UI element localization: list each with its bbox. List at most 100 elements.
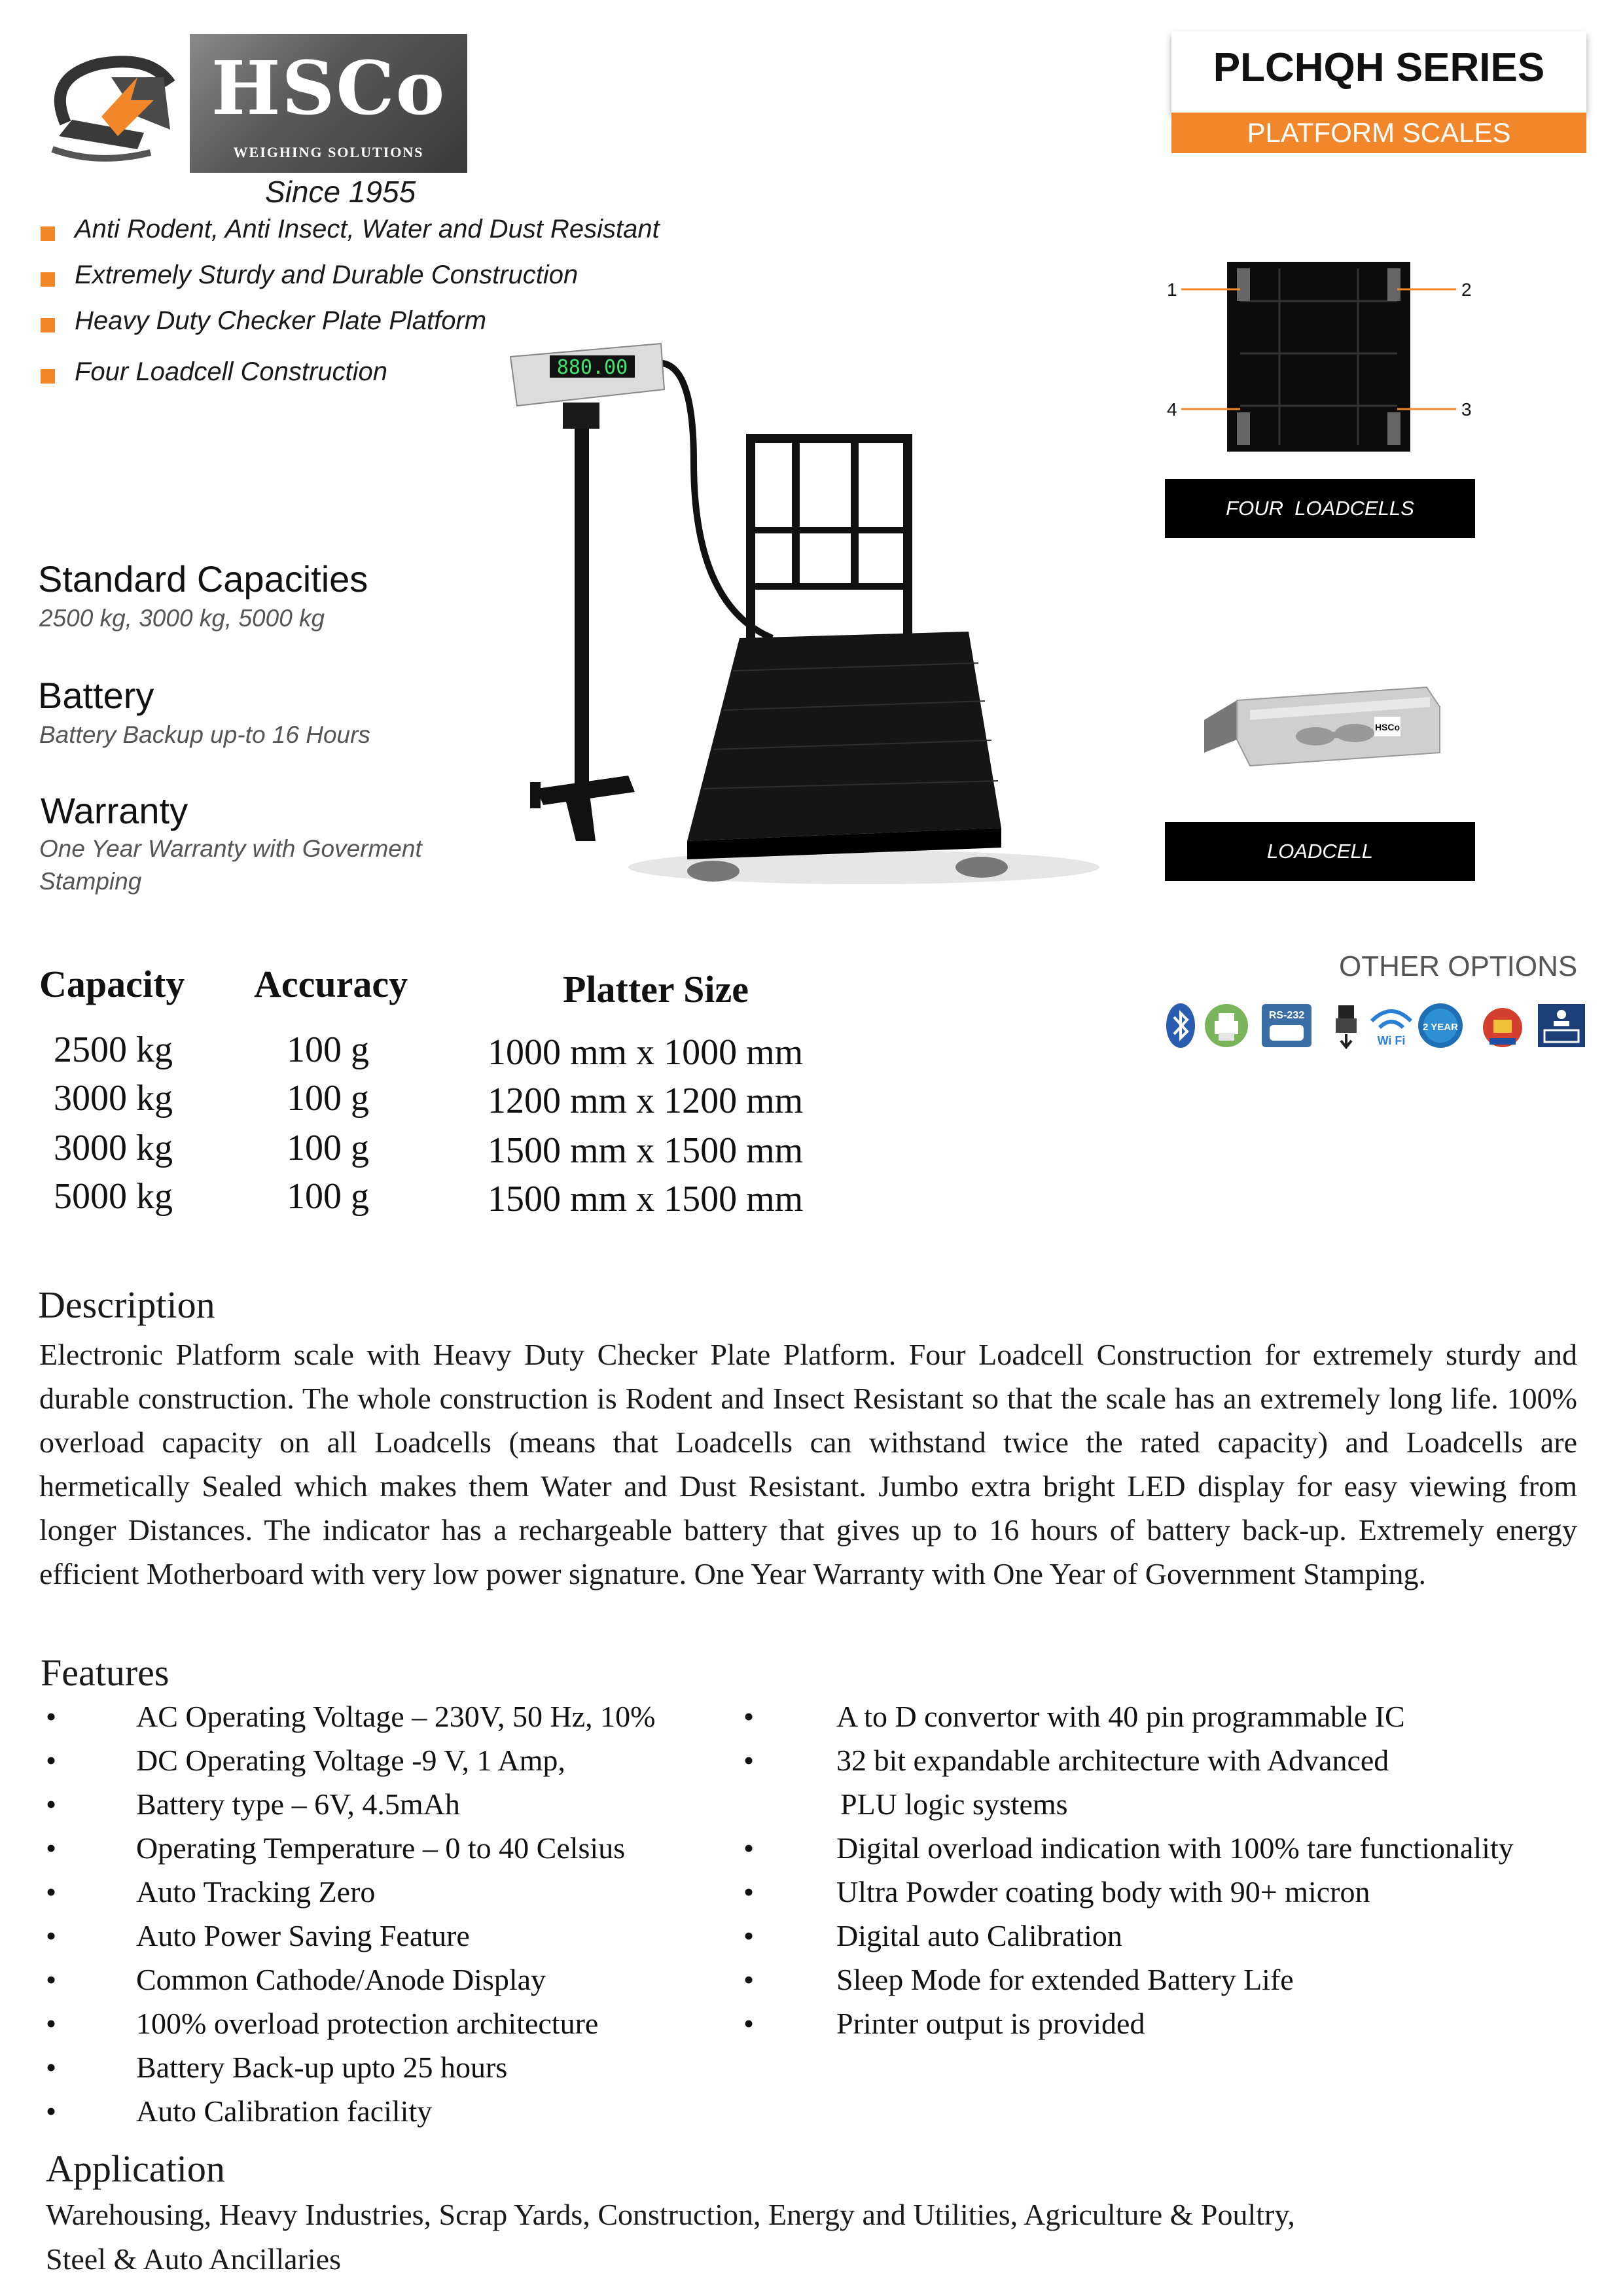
- series-title-box: PLCHQH SERIES: [1171, 31, 1586, 113]
- feature-item: PLU logic systems: [840, 1787, 1068, 1821]
- capacities-value: 2500 kg, 3000 kg, 5000 kg: [39, 605, 325, 632]
- four-loadcells-label: FOUR LOADCELLS: [1165, 479, 1475, 538]
- rs232-text: RS-232: [1269, 1010, 1304, 1021]
- other-options-title: OTHER OPTIONS: [1339, 950, 1578, 982]
- table-cell: 2500 kg: [54, 1030, 173, 1070]
- square-bullet-icon: [41, 226, 55, 241]
- bullet-dot-icon: •: [46, 1700, 57, 1733]
- loadcell-marker-3: 3: [1461, 399, 1472, 420]
- battery-value: Battery Backup up-to 16 Hours: [39, 721, 370, 748]
- application-line-2: Steel & Auto Ancillaries: [46, 2242, 341, 2276]
- bullet-dot-icon: •: [743, 1919, 755, 1952]
- platform-scale-image: 880.00: [509, 342, 1099, 884]
- bullet-dot-icon: •: [46, 2007, 57, 2040]
- feature-item: Digital overload indication with 100% ta…: [836, 1831, 1514, 1865]
- table-cell: 3000 kg: [54, 1078, 173, 1119]
- table-header-accuracy: Accuracy: [254, 963, 408, 1005]
- table-cell: 3000 kg: [54, 1128, 173, 1168]
- series-subtitle: PLATFORM SCALES: [1171, 113, 1586, 153]
- warranty-badge-icon: 2 YEAR: [1418, 1003, 1463, 1048]
- feature-item: Printer output is provided: [836, 2007, 1145, 2040]
- application-title: Application: [46, 2147, 225, 2190]
- table-cell: 100 g: [287, 1030, 369, 1070]
- table-cell: 1200 mm x 1200 mm: [488, 1081, 804, 1121]
- feature-item: Auto Power Saving Feature: [136, 1919, 470, 1952]
- battery-title: Battery: [38, 675, 154, 716]
- feature-item: 100% overload protection architecture: [136, 2007, 599, 2040]
- bullet-dot-icon: •: [743, 1744, 755, 1777]
- feature-item: Battery Back-up upto 25 hours: [136, 2051, 508, 2084]
- wifi-icon: Wi Fi: [1370, 1009, 1413, 1047]
- bullet-text: Extremely Sturdy and Durable Constructio…: [75, 260, 579, 289]
- bullet-dot-icon: •: [46, 1875, 57, 1909]
- bullet-dot-icon: •: [743, 1831, 755, 1865]
- table-cell: 1000 mm x 1000 mm: [488, 1032, 804, 1073]
- bullet-dot-icon: •: [46, 1963, 57, 1996]
- table-header-capacity: Capacity: [39, 963, 185, 1005]
- feature-item: 32 bit expandable architecture with Adva…: [836, 1744, 1389, 1777]
- company-logo: HSCo WEIGHING SOLUTIONS: [39, 34, 467, 173]
- bullet-dot-icon: •: [743, 1700, 755, 1733]
- series-title: PLCHQH SERIES: [1213, 45, 1545, 90]
- bullet-dot-icon: •: [46, 1919, 57, 1952]
- logo-mark-icon: [51, 56, 175, 162]
- description-text: Electronic Platform scale with Heavy Dut…: [39, 1338, 1577, 1590]
- logo-name: HSCo: [211, 46, 446, 132]
- table-cell: 100 g: [287, 1128, 369, 1168]
- warranty-title: Warranty: [41, 790, 188, 831]
- feature-item: AC Operating Voltage – 230V, 50 Hz, 10%: [136, 1700, 656, 1733]
- logo-tagline: WEIGHING SOLUTIONS: [233, 144, 424, 160]
- feature-item: Digital auto Calibration: [836, 1919, 1122, 1952]
- feature-item: A to D convertor with 40 pin programmabl…: [836, 1700, 1405, 1733]
- four-loadcell-platform-image: 1 2 3 4: [1167, 262, 1472, 452]
- since-text: Since 1955: [265, 175, 416, 209]
- application-line-1: Warehousing, Heavy Industries, Scrap Yar…: [46, 2198, 1295, 2231]
- warranty-value-line1: One Year Warranty with Goverment: [39, 835, 422, 862]
- loadcell-label: LOADCELL: [1165, 822, 1475, 881]
- capacities-title: Standard Capacities: [38, 558, 368, 600]
- bullet-text: Heavy Duty Checker Plate Platform: [75, 306, 487, 335]
- loadcell-marker-4: 4: [1167, 399, 1177, 420]
- table-cell: 5000 kg: [54, 1176, 173, 1217]
- bullet-dot-icon: •: [743, 2007, 755, 2040]
- feature-item: Sleep Mode for extended Battery Life: [836, 1963, 1294, 1996]
- square-bullet-icon: [41, 272, 55, 287]
- loadcell-marker-2: 2: [1461, 279, 1472, 300]
- printer-icon: [1205, 1004, 1248, 1047]
- bullet-dot-icon: •: [743, 1963, 755, 1996]
- square-bullet-icon: [41, 369, 55, 384]
- table-cell: 100 g: [287, 1078, 369, 1119]
- loadcell-marker-1: 1: [1167, 279, 1177, 300]
- government-seal-icon: [1483, 1008, 1522, 1047]
- feature-item: DC Operating Voltage -9 V, 1 Amp,: [136, 1744, 565, 1777]
- loadcell-brand: HSCo: [1375, 722, 1400, 732]
- bullet-dot-icon: •: [743, 1875, 755, 1909]
- bullet-dot-icon: •: [46, 1831, 57, 1865]
- bullet-dot-icon: •: [46, 1787, 57, 1821]
- bullet-dot-icon: •: [46, 2051, 57, 2084]
- wifi-text: Wi Fi: [1378, 1034, 1406, 1047]
- indicator-display: 880.00: [557, 356, 628, 379]
- usb-icon: [1336, 1005, 1357, 1050]
- warranty-badge-text: 2 YEAR: [1423, 1022, 1458, 1033]
- warranty-value-line2: Stamping: [39, 868, 142, 895]
- bullet-text: Four Loadcell Construction: [75, 357, 388, 386]
- table-header-platter-size: Platter Size: [563, 968, 749, 1011]
- feature-item: Ultra Powder coating body with 90+ micro…: [836, 1875, 1370, 1909]
- table-cell: 1500 mm x 1500 mm: [488, 1179, 804, 1219]
- loadcell-image: HSCo: [1204, 686, 1440, 767]
- bullet-dot-icon: •: [46, 2094, 57, 2128]
- scale-display-icon: [1538, 1004, 1585, 1047]
- square-bullet-icon: [41, 318, 55, 332]
- table-cell: 100 g: [287, 1176, 369, 1217]
- feature-item: Battery type – 6V, 4.5mAh: [136, 1787, 460, 1821]
- bullet-dot-icon: •: [46, 1744, 57, 1777]
- features-title: Features: [41, 1651, 169, 1694]
- feature-item: Auto Calibration facility: [136, 2094, 433, 2128]
- logo-box: HSCo WEIGHING SOLUTIONS: [190, 34, 467, 173]
- rs232-icon: RS-232: [1262, 1004, 1311, 1047]
- table-cell: 1500 mm x 1500 mm: [488, 1130, 804, 1171]
- feature-item: Operating Temperature – 0 to 40 Celsius: [136, 1831, 626, 1865]
- description-title: Description: [38, 1283, 215, 1326]
- feature-item: Auto Tracking Zero: [136, 1875, 376, 1909]
